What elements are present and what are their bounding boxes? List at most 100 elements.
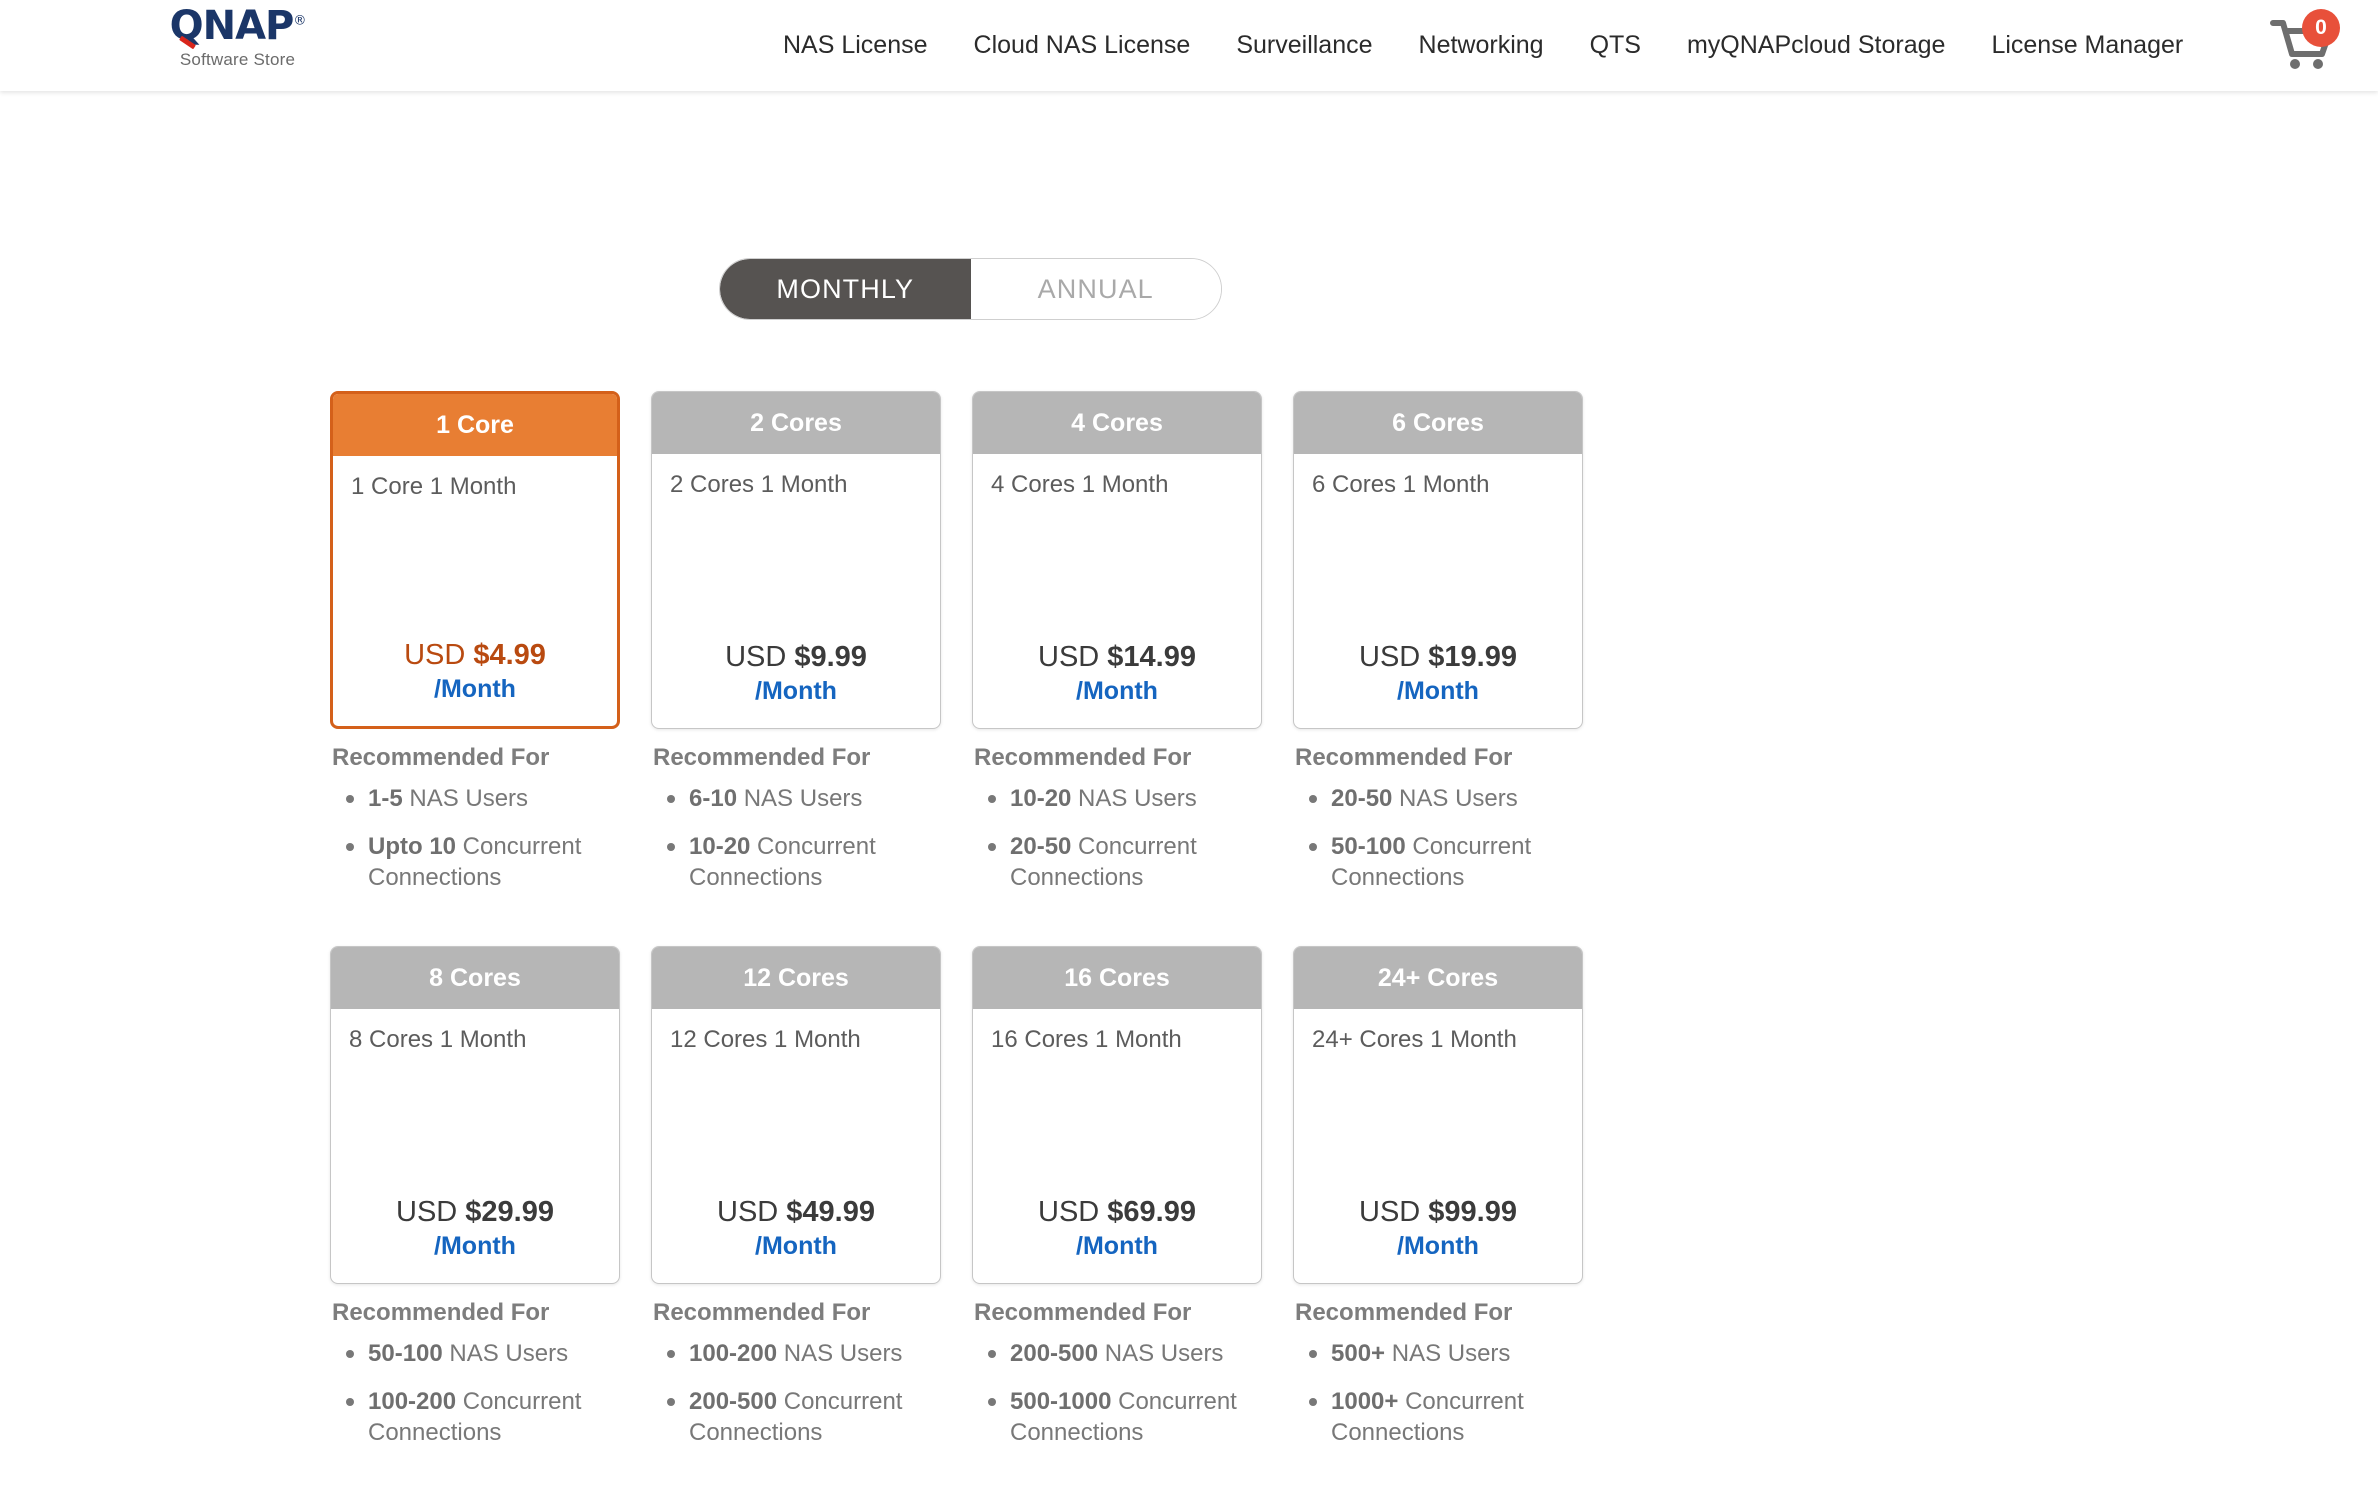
qnap-logo[interactable]: QNAP® Software Store (150, 6, 325, 70)
plan-description: 16 Cores 1 Month (991, 1026, 1182, 1054)
recommended-value: 500-1000 (1010, 1387, 1112, 1415)
recommended-unit: NAS Users (442, 1340, 569, 1368)
recommended-list-item: 200-500 Concurrent Connections (667, 1386, 941, 1449)
recommended-value: 200-500 (1010, 1340, 1099, 1368)
plan-card-2-cores[interactable]: 2 Cores 2 Cores 1 Month USD $9.99/Month (651, 391, 941, 729)
plan-column-2-cores: 2 Cores 2 Cores 1 Month USD $9.99/Month Rec… (651, 391, 941, 910)
main-navigation: NAS License Cloud NAS License Surveillan… (760, 0, 2206, 91)
recommended-value: 10-20 (689, 832, 751, 860)
plan-column-24-plus-cores: 24+ Cores 24+ Cores 1 Month USD $99.99/Mon… (1293, 946, 1583, 1465)
recommended-for-label: Recommended For (332, 744, 550, 771)
plan-price-block: USD $19.99/Month (1312, 640, 1564, 712)
recommended-list-item: 200-500 NAS Users (988, 1338, 1262, 1370)
plan-card-body: 8 Cores 1 Month USD $29.99/Month (331, 1009, 619, 1283)
recommended-list: 100-200 NAS Users 200-500 Concurrent Conn… (653, 1338, 941, 1449)
brand-wordmark: QNAP® (170, 6, 306, 50)
plan-card-title: 24+ Cores (1294, 947, 1582, 1010)
recommended-value: 100-200 (368, 1387, 457, 1415)
recommended-list-item: 500+ NAS Users (1309, 1338, 1583, 1370)
recommended-list-item: 50-100 Concurrent Connections (1309, 831, 1583, 894)
recommended-list-item: 6-10 NAS Users (667, 783, 941, 815)
recommended-list-item: 100-200 NAS Users (667, 1338, 941, 1370)
plan-description: 24+ Cores 1 Month (1312, 1026, 1517, 1054)
plan-amount: $99.99 (1428, 1196, 1517, 1229)
plan-period: /Month (434, 674, 516, 703)
recommended-unit: NAS Users (777, 1340, 903, 1368)
nav-item-qts[interactable]: QTS (1567, 0, 1664, 91)
recommended-unit: NAS Users (1098, 1340, 1224, 1368)
plan-price-block: USD $14.99/Month (991, 640, 1243, 712)
plan-card-title: 2 Cores (652, 392, 940, 454)
recommended-unit: NAS Users (737, 785, 863, 812)
plan-card-4-cores[interactable]: 4 Cores 4 Cores 1 Month USD $14.99/Month (972, 391, 1262, 729)
recommended-for-label: Recommended For (653, 1299, 871, 1327)
plan-price: USD $69.99 (991, 1195, 1243, 1230)
recommended-list: 6-10 NAS Users 10-20 Concurrent Connectio… (653, 783, 941, 894)
plan-card-6-cores[interactable]: 6 Cores 6 Cores 1 Month USD $19.99/Month (1293, 391, 1583, 729)
recommended-list-item: 20-50 Concurrent Connections (988, 831, 1262, 894)
recommended-value: Upto 10 (368, 832, 457, 860)
recommended-list-item: 10-20 Concurrent Connections (667, 831, 941, 894)
cart-button[interactable]: 0 (2270, 9, 2340, 72)
nav-item-surveillance[interactable]: Surveillance (1213, 0, 1395, 91)
recommended-list: 500+ NAS Users 1000+ Concurrent Connectio… (1295, 1338, 1583, 1449)
recommended-list: 20-50 NAS Users 50-100 Concurrent Connect… (1295, 783, 1583, 894)
plan-description: 6 Cores 1 Month (1312, 471, 1490, 498)
plan-period: /Month (755, 676, 837, 705)
plan-price: USD $14.99 (991, 640, 1243, 675)
nav-item-license-manager[interactable]: License Manager (1968, 0, 2206, 91)
plan-period: /Month (1076, 1231, 1158, 1260)
recommended-list: 10-20 NAS Users 20-50 Concurrent Connecti… (974, 783, 1262, 894)
pricing-plan-grid: 1 Core 1 Core 1 Month USD $4.99/Month Recom… (330, 391, 1600, 1465)
recommended-value: 20-50 (1010, 832, 1072, 860)
recommended-list: 200-500 NAS Users 500-1000 Concurrent Con… (974, 1338, 1262, 1449)
recommended-for-block: Recommended For 500+ NAS Users 1000+ Concu… (1293, 1299, 1583, 1449)
plan-column-16-cores: 16 Cores 16 Cores 1 Month USD $69.99/Month… (972, 946, 1262, 1465)
plan-currency: USD (1359, 641, 1421, 674)
billing-period-toggle[interactable]: MONTHLY ANNUAL (719, 258, 1222, 320)
plan-card-title: 1 Core (333, 394, 617, 456)
nav-item-cloud-nas-license[interactable]: Cloud NAS License (951, 0, 1214, 91)
toggle-option-annual[interactable]: ANNUAL (970, 259, 1221, 319)
recommended-value: 10-20 (1010, 785, 1072, 812)
plan-currency: USD (1038, 641, 1100, 674)
recommended-value: 50-100 (1331, 832, 1406, 860)
nav-item-myqnapcloud-storage[interactable]: myQNAPcloud Storage (1664, 0, 1968, 91)
plan-card-8-cores[interactable]: 8 Cores 8 Cores 1 Month USD $29.99/Month (330, 946, 620, 1285)
plan-card-body: 2 Cores 1 Month USD $9.99/Month (652, 454, 940, 728)
recommended-list-item: 1-5 NAS Users (346, 783, 620, 815)
plan-currency: USD (1359, 1196, 1421, 1229)
toggle-option-monthly[interactable]: MONTHLY (720, 259, 971, 319)
plan-card-1-core[interactable]: 1 Core 1 Core 1 Month USD $4.99/Month (330, 391, 620, 729)
plan-period: /Month (1397, 1231, 1479, 1260)
recommended-unit: NAS Users (402, 785, 529, 812)
recommended-unit: NAS Users (1392, 785, 1518, 812)
plan-currency: USD (396, 1196, 458, 1229)
plan-card-24-plus-cores[interactable]: 24+ Cores 24+ Cores 1 Month USD $99.99/Mon… (1293, 946, 1583, 1285)
nav-item-nas-license[interactable]: NAS License (760, 0, 951, 91)
plan-period: /Month (1397, 676, 1479, 705)
plan-card-12-cores[interactable]: 12 Cores 12 Cores 1 Month USD $49.99/Month (651, 946, 941, 1285)
brand-subtitle: Software Store (179, 50, 296, 69)
plan-price-block: USD $4.99/Month (351, 638, 599, 710)
plan-card-body: 24+ Cores 1 Month USD $99.99/Month (1294, 1009, 1582, 1283)
recommended-for-label: Recommended For (653, 744, 871, 771)
recommended-unit: NAS Users (1385, 1340, 1511, 1368)
recommended-list-item: 20-50 NAS Users (1309, 783, 1583, 815)
recommended-for-label: Recommended For (974, 744, 1192, 771)
plan-amount: $69.99 (1107, 1196, 1196, 1229)
recommended-for-block: Recommended For 50-100 NAS Users 100-200 C… (330, 1299, 620, 1449)
plan-card-16-cores[interactable]: 16 Cores 16 Cores 1 Month USD $69.99/Month (972, 946, 1262, 1285)
plan-price-block: USD $9.99/Month (670, 640, 922, 712)
plan-description: 12 Cores 1 Month (670, 1026, 861, 1054)
recommended-list: 1-5 NAS Users Upto 10 Concurrent Connecti… (332, 783, 620, 894)
recommended-list-item: 500-1000 Concurrent Connections (988, 1386, 1262, 1449)
site-header: QNAP® Software Store NAS License Cloud N… (0, 0, 2378, 91)
nav-item-networking[interactable]: Networking (1396, 0, 1567, 91)
recommended-for-block: Recommended For 6-10 NAS Users 10-20 Concu… (651, 744, 941, 894)
plan-price: USD $99.99 (1312, 1195, 1564, 1230)
plan-card-title: 6 Cores (1294, 392, 1582, 454)
recommended-for-label: Recommended For (332, 1299, 550, 1327)
plan-amount: $19.99 (1428, 641, 1517, 674)
plan-column-4-cores: 4 Cores 4 Cores 1 Month USD $14.99/Month Re… (972, 391, 1262, 910)
